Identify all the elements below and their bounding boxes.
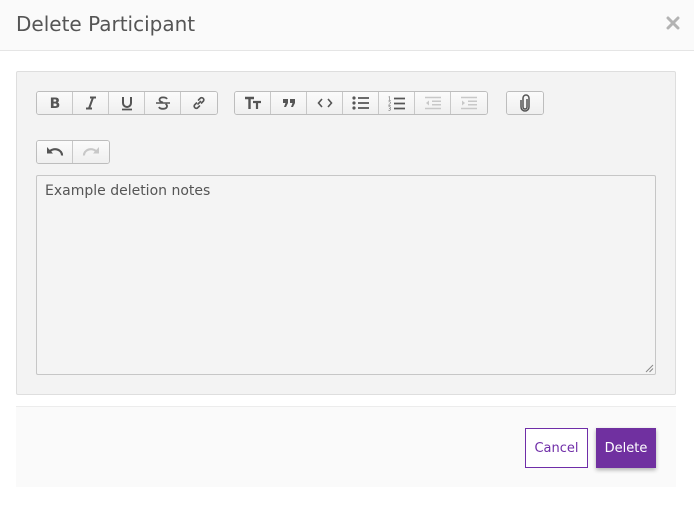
link-button[interactable] — [181, 92, 217, 114]
attach-icon — [520, 94, 530, 112]
outdent-icon — [424, 96, 441, 110]
undo-icon — [46, 147, 63, 156]
modal-title: Delete Participant — [16, 12, 196, 36]
notes-content: Example deletion notes — [45, 183, 211, 199]
attach-button[interactable] — [507, 92, 543, 114]
outdent-button[interactable] — [415, 92, 451, 114]
close-icon — [666, 16, 680, 30]
cancel-button[interactable]: Cancel — [525, 428, 588, 468]
numbered-list-icon: 1 2 3 — [388, 96, 405, 111]
modal-header: Delete Participant — [0, 0, 694, 51]
heading-button[interactable] — [235, 92, 271, 114]
code-icon — [316, 98, 333, 108]
attachment-group — [506, 91, 544, 115]
strikethrough-button[interactable] — [145, 92, 181, 114]
resize-grip-icon[interactable] — [645, 364, 654, 373]
bullet-list-button[interactable] — [343, 92, 379, 114]
code-button[interactable] — [307, 92, 343, 114]
svg-text:3: 3 — [388, 106, 391, 111]
underline-icon — [121, 96, 132, 110]
link-icon — [193, 96, 205, 110]
redo-icon — [82, 147, 99, 156]
close-button[interactable] — [662, 12, 684, 34]
undo-button[interactable] — [37, 141, 73, 163]
numbered-list-button[interactable]: 1 2 3 — [379, 92, 415, 114]
quote-icon — [282, 99, 295, 107]
bullet-list-icon — [351, 96, 369, 110]
underline-button[interactable] — [109, 92, 145, 114]
quote-button[interactable] — [271, 92, 307, 114]
bold-button[interactable]: B — [37, 92, 73, 114]
svg-text:B: B — [49, 96, 60, 110]
strikethrough-icon — [155, 96, 170, 110]
indent-icon — [461, 96, 477, 110]
heading-icon — [244, 96, 261, 109]
notes-editor[interactable]: Example deletion notes — [36, 175, 656, 375]
redo-button[interactable] — [73, 141, 109, 163]
delete-button[interactable]: Delete — [596, 428, 656, 468]
italic-icon — [85, 96, 96, 110]
block-format-group: 1 2 3 — [234, 91, 488, 115]
editor-panel: B 1 2 3 Example deletion notes — [16, 71, 676, 395]
modal-footer: Cancel Delete — [16, 406, 676, 487]
indent-button[interactable] — [451, 92, 487, 114]
text-style-group: B — [36, 91, 218, 115]
history-group — [36, 140, 110, 164]
italic-button[interactable] — [73, 92, 109, 114]
bold-icon: B — [49, 96, 60, 110]
